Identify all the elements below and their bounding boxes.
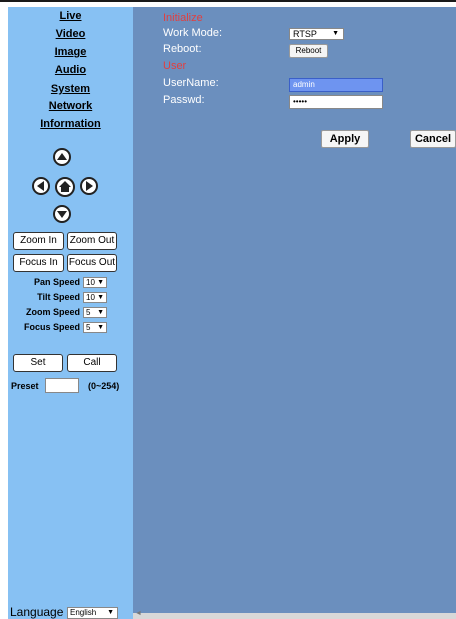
work-mode-value: RTSP xyxy=(293,29,317,39)
username-input[interactable]: admin xyxy=(289,78,383,92)
preset-input[interactable] xyxy=(45,378,79,393)
ptz-home-button[interactable] xyxy=(55,177,75,197)
preset-range: (0~254) xyxy=(88,381,120,391)
apply-button[interactable]: Apply xyxy=(321,130,369,148)
preset-label: Preset xyxy=(11,381,39,391)
tilt-speed-label: Tilt Speed xyxy=(37,292,80,302)
cancel-button[interactable]: Cancel xyxy=(410,130,456,148)
nav-video[interactable]: Video xyxy=(8,28,133,40)
pan-speed-select[interactable]: 10 ▼ xyxy=(83,277,107,288)
passwd-label: Passwd: xyxy=(163,94,205,106)
chevron-down-icon: ▼ xyxy=(97,294,104,301)
focus-speed-select[interactable]: 5 ▼ xyxy=(83,322,107,333)
nav-information[interactable]: Information xyxy=(8,118,133,130)
language-select[interactable]: English ▼ xyxy=(67,607,118,619)
sidebar: Live Video Image Audio System Network In… xyxy=(8,7,133,619)
user-heading: User xyxy=(163,60,187,72)
pan-speed-value: 10 xyxy=(86,278,95,287)
preset-call-button[interactable]: Call xyxy=(67,354,117,372)
reboot-button[interactable]: Reboot xyxy=(289,44,328,58)
ptz-down-button[interactable] xyxy=(53,205,71,223)
focus-out-button[interactable]: Focus Out xyxy=(67,254,117,272)
top-border xyxy=(0,0,456,2)
zoom-speed-select[interactable]: 5 ▼ xyxy=(83,307,107,318)
pan-speed-label: Pan Speed xyxy=(33,277,80,287)
ptz-left-button[interactable] xyxy=(32,177,50,195)
nav-image[interactable]: Image xyxy=(8,46,133,58)
nav-live[interactable]: Live xyxy=(8,10,133,22)
zoom-speed-value: 5 xyxy=(86,308,91,317)
nav-network[interactable]: Network xyxy=(8,100,133,112)
zoom-out-button[interactable]: Zoom Out xyxy=(67,232,117,250)
horizontal-scrollbar[interactable]: ◄ xyxy=(133,610,456,619)
home-icon xyxy=(59,181,71,192)
arrow-down-icon xyxy=(57,211,67,218)
focus-in-button[interactable]: Focus In xyxy=(13,254,64,272)
work-mode-label: Work Mode: xyxy=(163,27,223,39)
chevron-down-icon: ▼ xyxy=(97,324,104,331)
ptz-right-button[interactable] xyxy=(80,177,98,195)
arrow-right-icon xyxy=(86,181,93,191)
tilt-speed-value: 10 xyxy=(86,293,95,302)
language-value: English xyxy=(70,608,97,617)
focus-speed-label: Focus Speed xyxy=(23,322,80,332)
initialize-heading: Initialize xyxy=(163,12,203,24)
nav-audio[interactable]: Audio xyxy=(8,64,133,76)
focus-speed-value: 5 xyxy=(86,323,91,332)
ptz-up-button[interactable] xyxy=(53,148,71,166)
username-label: UserName: xyxy=(163,77,219,89)
chevron-down-icon: ▼ xyxy=(97,279,104,286)
arrow-up-icon xyxy=(57,153,67,160)
tilt-speed-select[interactable]: 10 ▼ xyxy=(83,292,107,303)
chevron-down-icon: ▼ xyxy=(332,30,339,37)
preset-set-button[interactable]: Set xyxy=(13,354,63,372)
nav-system[interactable]: System xyxy=(8,83,133,95)
zoom-in-button[interactable]: Zoom In xyxy=(13,232,64,250)
reboot-label: Reboot: xyxy=(163,43,202,55)
arrow-left-icon xyxy=(37,181,44,191)
passwd-input[interactable]: ••••• xyxy=(289,95,383,109)
chevron-down-icon: ▼ xyxy=(107,609,114,616)
settings-panel: Initialize Work Mode: RTSP ▼ Reboot: Rebo… xyxy=(133,7,456,619)
language-label: Language xyxy=(10,605,64,619)
chevron-down-icon: ▼ xyxy=(97,309,104,316)
zoom-speed-label: Zoom Speed xyxy=(25,307,80,317)
work-mode-select[interactable]: RTSP ▼ xyxy=(289,28,344,40)
scroll-left-icon: ◄ xyxy=(135,610,142,617)
